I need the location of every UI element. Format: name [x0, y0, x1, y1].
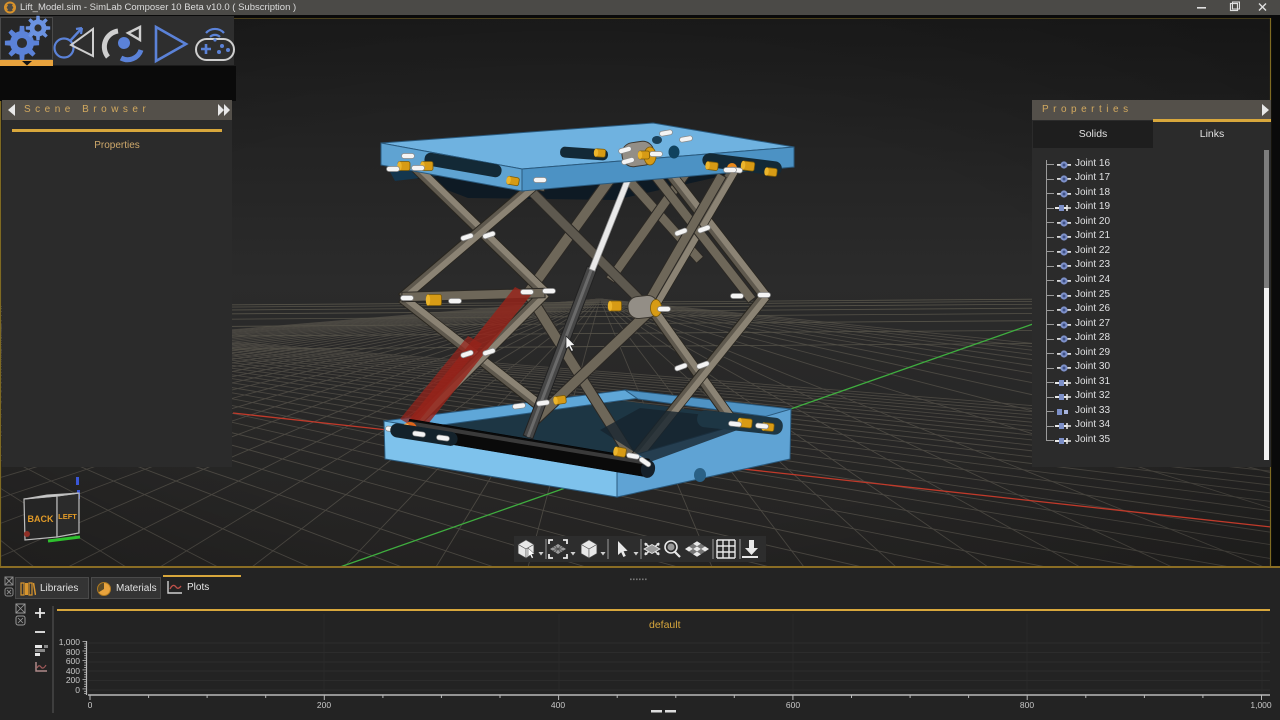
svg-text:BACK: BACK — [28, 514, 54, 524]
svg-text:LEFT: LEFT — [58, 512, 77, 521]
